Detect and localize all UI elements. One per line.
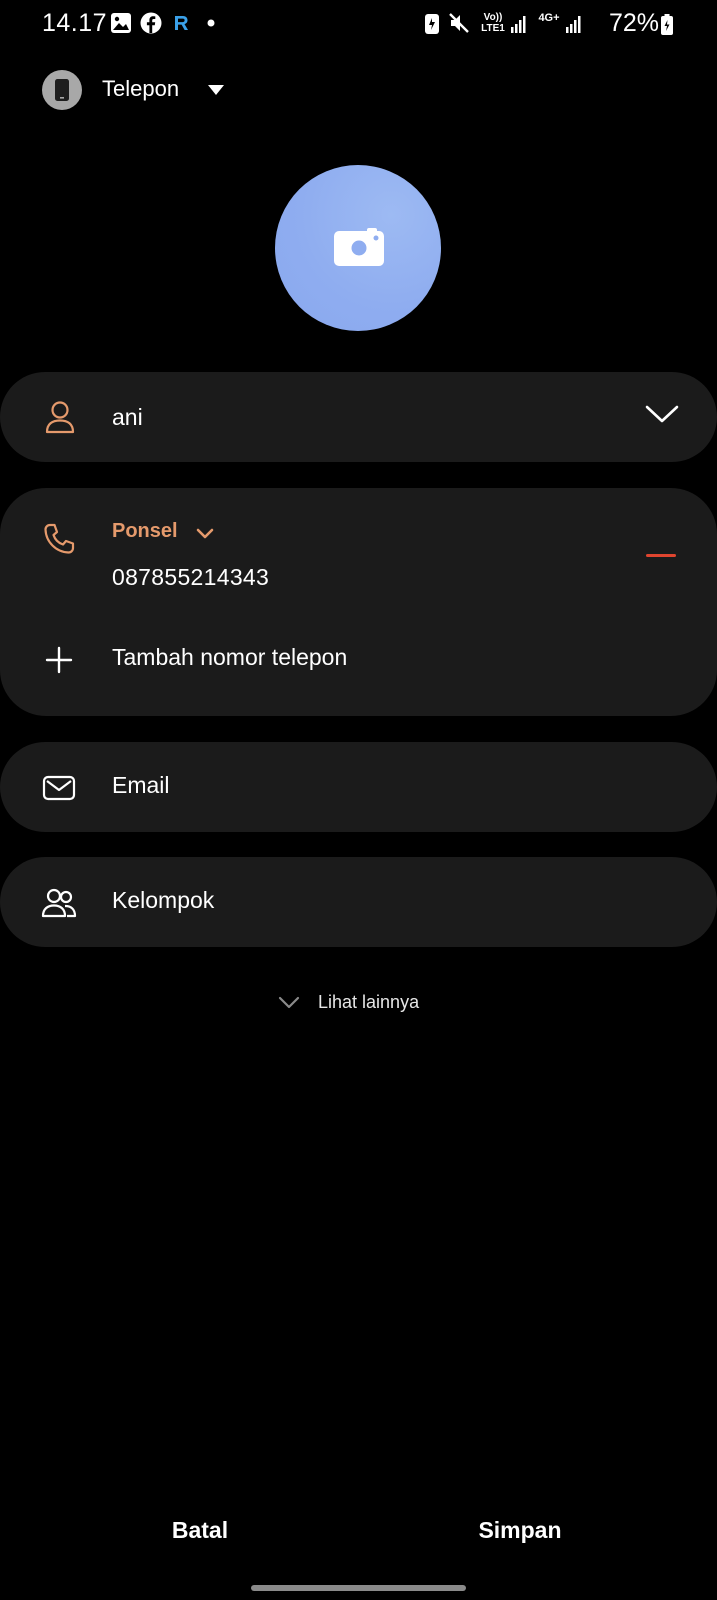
chevron-down-icon [278, 996, 300, 1009]
name-field[interactable]: ani [112, 404, 143, 431]
status-time: 14.17 [42, 9, 108, 37]
phone-icon [44, 523, 75, 554]
cancel-button[interactable]: Batal [150, 1510, 250, 1550]
email-field-label: Email [112, 772, 170, 798]
phone-type-label: Ponsel [112, 520, 178, 542]
caret-down-icon [208, 85, 224, 95]
remove-phone-button[interactable] [636, 538, 686, 572]
phone-storage-icon [42, 70, 82, 110]
account-selector[interactable]: Telepon [38, 64, 238, 116]
plus-icon [45, 646, 73, 674]
phone-type-selector[interactable]: Ponsel [112, 520, 232, 548]
group-card[interactable]: Kelompok [0, 857, 717, 947]
battery-percent: 72% [608, 9, 659, 37]
status-bar: 14.17 Vo)) LTE1 4G+ 72% [0, 0, 717, 48]
group-field-label: Kelompok [112, 887, 215, 913]
email-card[interactable]: Email [0, 742, 717, 832]
account-label: Telepon [102, 76, 180, 101]
save-button[interactable]: Simpan [460, 1510, 580, 1550]
network-type-2-label: 4G+ [538, 12, 560, 24]
network-type-2: 4G+ [536, 12, 562, 24]
notification-dot-icon [207, 19, 215, 27]
mute-icon [449, 13, 469, 33]
name-card: ani [0, 372, 717, 462]
phone-card: Ponsel 087855214343 Tambah nomor telepon [0, 488, 717, 716]
person-icon [45, 401, 75, 434]
phone-type-chevron-icon [196, 528, 214, 539]
battery-icon [661, 14, 673, 35]
see-more-label: Lihat lainnya [318, 992, 420, 1012]
home-indicator[interactable] [251, 1585, 466, 1591]
group-icon [41, 888, 77, 918]
network-type-1-label: Vo)) LTE1 [481, 12, 505, 34]
signal-icon-1 [511, 16, 526, 33]
network-type-1: Vo)) LTE1 [478, 12, 508, 34]
minus-icon [646, 554, 676, 557]
contact-photo-button[interactable] [275, 165, 441, 331]
add-phone-label: Tambah nomor telepon [112, 644, 348, 670]
gallery-icon [111, 13, 131, 33]
app-r-icon [175, 16, 188, 30]
camera-icon [334, 228, 384, 266]
facebook-icon [140, 12, 162, 34]
signal-icon-2 [566, 16, 581, 33]
see-more-button[interactable]: Lihat lainnya [270, 988, 450, 1018]
email-icon [42, 775, 76, 801]
add-phone-button[interactable]: Tambah nomor telepon [0, 628, 717, 688]
phone-number-field[interactable]: 087855214343 [112, 564, 269, 591]
expand-name-chevron-icon[interactable] [645, 404, 679, 424]
battery-saver-icon [425, 14, 439, 34]
